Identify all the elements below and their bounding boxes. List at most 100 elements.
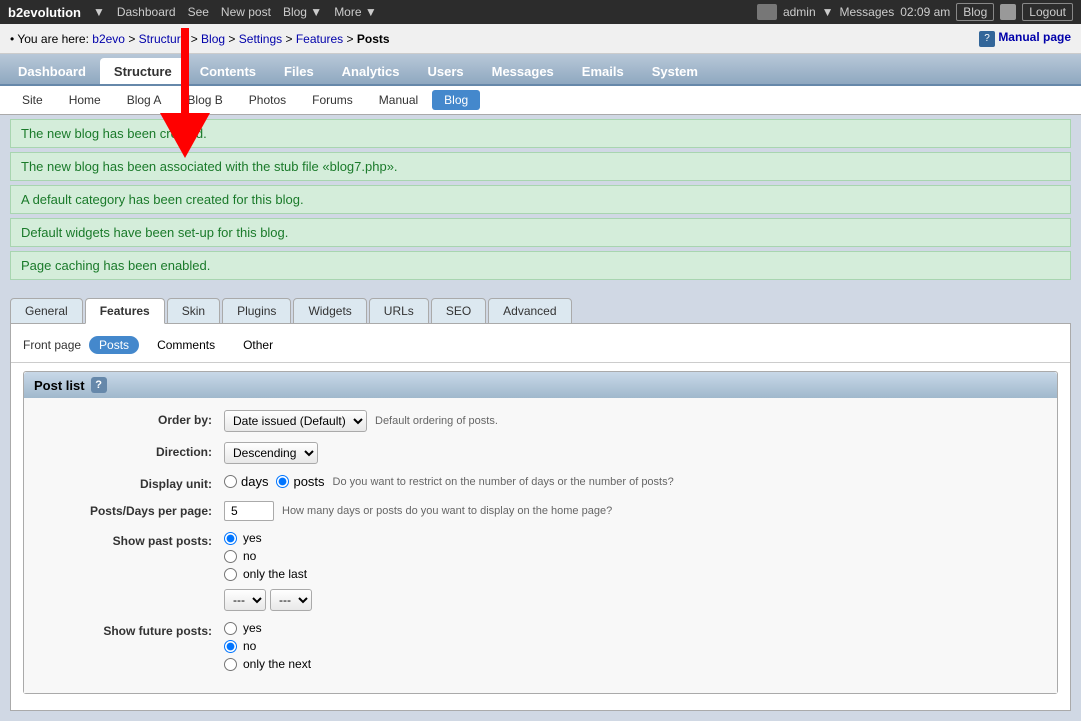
order-by-control: Date issued (Default) Title Author Categ… (224, 410, 498, 432)
form-row-show-past-posts: Show past posts: yes no (44, 531, 1037, 611)
main-nav-files[interactable]: Files (270, 58, 328, 84)
top-bar-left: b2evolution ▼ Dashboard See New post Blo… (8, 5, 377, 20)
sub-tab-posts[interactable]: Posts (89, 336, 139, 354)
main-nav-messages[interactable]: Messages (478, 58, 568, 84)
breadcrumb-prefix: • You are here: (10, 32, 89, 46)
breadcrumb-current: Posts (357, 32, 390, 46)
sub-nav-blog[interactable]: Blog (432, 90, 480, 110)
order-by-select[interactable]: Date issued (Default) Title Author Categ… (224, 410, 367, 432)
tab-seo[interactable]: SEO (431, 298, 486, 324)
main-nav-dashboard[interactable]: Dashboard (4, 58, 100, 84)
main-nav-analytics[interactable]: Analytics (328, 58, 414, 84)
messages-link[interactable]: Messages (840, 5, 895, 19)
show-past-posts-group: yes no only the last (224, 531, 312, 611)
past-posts-yes-radio[interactable] (224, 532, 237, 545)
form-row-show-future-posts: Show future posts: yes no (44, 621, 1037, 671)
show-future-posts-control: yes no only the next (224, 621, 311, 671)
tab-features[interactable]: Features (85, 298, 165, 324)
future-posts-no-radio[interactable] (224, 640, 237, 653)
manual-page-link[interactable]: ? Manual page (979, 30, 1071, 47)
time-display: 02:09 am (900, 5, 950, 19)
display-unit-posts-label: posts (293, 474, 324, 489)
display-unit-control: days posts Do you want to restrict on th… (224, 474, 674, 489)
tab-urls[interactable]: URLs (369, 298, 429, 324)
sub-nav-photos[interactable]: Photos (237, 90, 298, 110)
posts-per-page-input[interactable] (224, 501, 274, 521)
admin-icon (757, 4, 777, 20)
section-header: Post list ? (24, 372, 1057, 398)
tab-advanced[interactable]: Advanced (488, 298, 571, 324)
main-nav-emails[interactable]: Emails (568, 58, 638, 84)
front-page-label: Front page (23, 338, 81, 352)
direction-select[interactable]: Descending Ascending (224, 442, 318, 464)
tab-skin[interactable]: Skin (167, 298, 220, 324)
tab-general[interactable]: General (10, 298, 83, 324)
nav-new-post[interactable]: New post (221, 5, 271, 19)
main-nav-contents[interactable]: Contents (186, 58, 270, 84)
display-unit-posts-radio[interactable] (276, 475, 289, 488)
sub-tab-comments[interactable]: Comments (147, 336, 225, 354)
breadcrumb-structure[interactable]: Structure (139, 32, 188, 46)
breadcrumb-features[interactable]: Features (296, 32, 343, 46)
show-future-posts-label: Show future posts: (44, 621, 224, 638)
message-1: The new blog has been created. (10, 119, 1071, 148)
sub-tab-row: Front page Posts Comments Other (11, 332, 1070, 363)
sub-nav-manual[interactable]: Manual (367, 90, 430, 110)
main-nav-structure[interactable]: Structure (100, 58, 186, 84)
admin-dropdown[interactable]: ▼ (822, 5, 834, 19)
main-nav-users[interactable]: Users (413, 58, 477, 84)
display-unit-days-radio[interactable] (224, 475, 237, 488)
future-posts-yes-label: yes (243, 621, 262, 635)
breadcrumb-b2evo[interactable]: b2evo (92, 32, 125, 46)
sub-nav-blog-b[interactable]: Blog B (175, 90, 234, 110)
past-posts-dropdown2[interactable]: --- (270, 589, 312, 611)
sub-tab-other[interactable]: Other (233, 336, 283, 354)
admin-label[interactable]: admin (783, 5, 816, 19)
future-posts-yes-radio[interactable] (224, 622, 237, 635)
past-posts-dropdown1[interactable]: --- (224, 589, 266, 611)
form-row-display-unit: Display unit: days posts Do you want to … (44, 474, 1037, 491)
sub-nav-home[interactable]: Home (57, 90, 113, 110)
main-nav-system[interactable]: System (638, 58, 712, 84)
breadcrumb: • You are here: b2evo > Structure > Blog… (10, 32, 390, 46)
sub-nav: Site Home Blog A Blog B Photos Forums Ma… (0, 86, 1081, 115)
tab-widgets[interactable]: Widgets (293, 298, 366, 324)
tab-plugins[interactable]: Plugins (222, 298, 291, 324)
nav-see[interactable]: See (188, 5, 209, 19)
nav-more[interactable]: More ▼ (334, 5, 377, 19)
sub-nav-forums[interactable]: Forums (300, 90, 365, 110)
posts-per-page-hint: How many days or posts do you want to di… (282, 505, 612, 517)
section-body: Order by: Date issued (Default) Title Au… (24, 398, 1057, 693)
display-unit-days-label: days (241, 474, 268, 489)
top-bar: b2evolution ▼ Dashboard See New post Blo… (0, 0, 1081, 24)
section-help-icon[interactable]: ? (91, 377, 107, 393)
display-unit-label: Display unit: (44, 474, 224, 491)
display-unit-hint: Do you want to restrict on the number of… (333, 476, 674, 488)
tab-row: General Features Skin Plugins Widgets UR… (10, 298, 1071, 324)
show-past-posts-label: Show past posts: (44, 531, 224, 548)
nav-blog[interactable]: Blog ▼ (283, 5, 322, 19)
messages-area: The new blog has been created. The new b… (0, 115, 1081, 288)
breadcrumb-bar: • You are here: b2evo > Structure > Blog… (0, 24, 1081, 54)
section-title: Post list (34, 378, 85, 393)
blog-button[interactable]: Blog (956, 3, 994, 21)
past-posts-yes-label: yes (243, 531, 262, 545)
direction-label: Direction: (44, 442, 224, 459)
feature-tabs: General Features Skin Plugins Widgets UR… (0, 288, 1081, 324)
sub-nav-blog-a[interactable]: Blog A (115, 90, 174, 110)
future-posts-only-next-radio[interactable] (224, 658, 237, 671)
top-bar-right: admin ▼ Messages 02:09 am Blog Logout (757, 3, 1073, 21)
past-posts-only-last-radio[interactable] (224, 568, 237, 581)
past-posts-no-radio[interactable] (224, 550, 237, 563)
nav-dashboard[interactable]: Dashboard (117, 5, 176, 19)
breadcrumb-settings[interactable]: Settings (239, 32, 282, 46)
form-row-posts-per-page: Posts/Days per page: How many days or po… (44, 501, 1037, 521)
logout-button[interactable]: Logout (1022, 3, 1073, 21)
sub-nav-site[interactable]: Site (10, 90, 55, 110)
brand-dropdown[interactable]: ▼ (93, 5, 105, 19)
breadcrumb-blog[interactable]: Blog (201, 32, 225, 46)
message-4: Default widgets have been set-up for thi… (10, 218, 1071, 247)
message-5: Page caching has been enabled. (10, 251, 1071, 280)
manual-page-text[interactable]: Manual page (998, 30, 1071, 44)
brand-logo[interactable]: b2evolution (8, 5, 81, 20)
